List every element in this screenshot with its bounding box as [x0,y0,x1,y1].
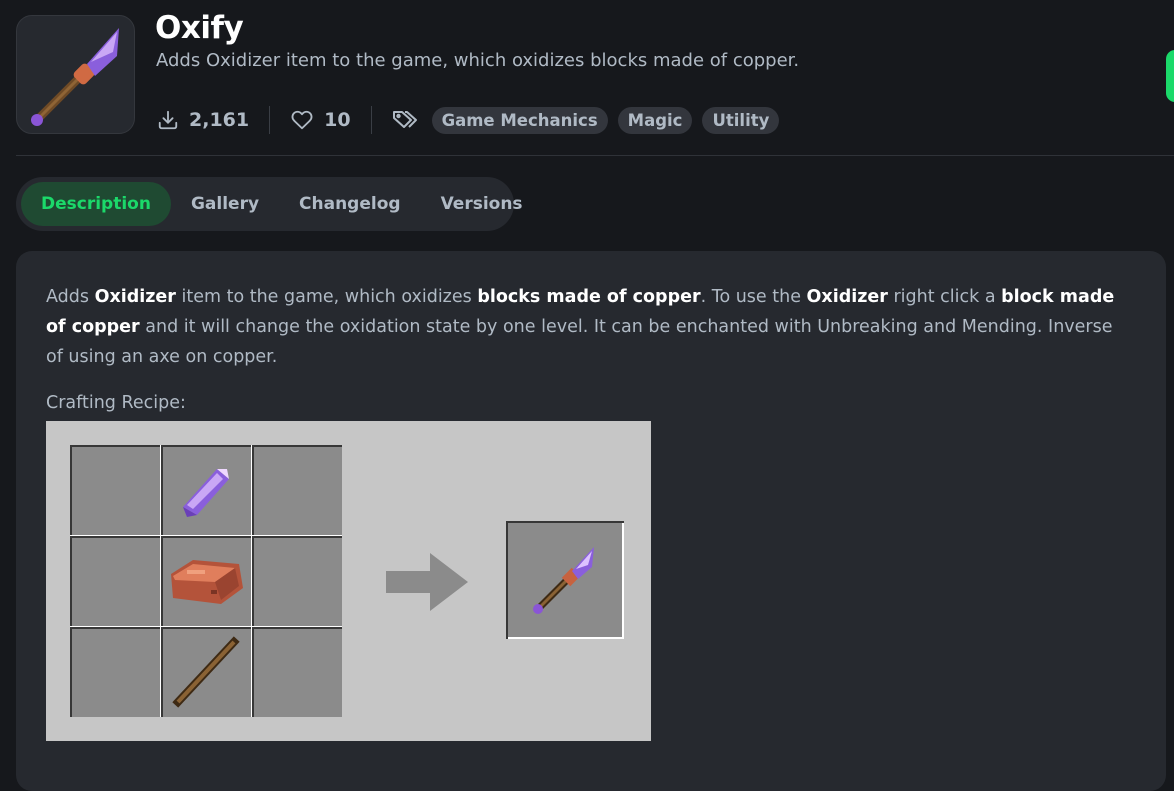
project-icon [16,15,135,134]
amethyst-shard-icon [183,469,229,517]
tag-magic[interactable]: Magic [617,106,693,134]
crafting-slot [252,627,342,717]
crafting-slot [70,536,160,626]
crafting-grid [70,445,342,717]
tag-game-mechanics[interactable]: Game Mechanics [431,106,608,134]
tab-changelog[interactable]: Changelog [279,182,421,226]
arrow-right-icon [386,553,468,611]
crafting-slot [161,445,251,535]
desc-text-4: right click a [887,287,1002,307]
description-text: Adds Oxidizer item to the game, which ox… [46,282,1126,372]
project-title: Oxify [155,10,244,46]
tags-icon [392,109,418,131]
download-icon [157,109,179,131]
desc-bold-copper-blocks: blocks made of copper [477,287,701,307]
stick-icon [172,636,240,708]
copper-ingot-icon [171,560,243,604]
crafting-slot [252,536,342,626]
tag-utility[interactable]: Utility [702,106,780,134]
tab-gallery[interactable]: Gallery [171,182,279,226]
desc-bold-oxidizer-2: Oxidizer [806,287,888,307]
follows-count: 10 [324,109,351,131]
tab-description[interactable]: Description [21,182,171,226]
desc-text-5: and it will change the oxidation state b… [46,317,1113,367]
project-summary: Adds Oxidizer item to the game, which ox… [156,50,800,71]
crafting-slot [70,627,160,717]
stats-separator [370,106,372,134]
oxidizer-icon [533,547,594,614]
desc-text-2: item to the game, which oxidizes [175,287,478,307]
downloads-stat: 2,161 [157,109,249,131]
primary-action-button[interactable] [1166,50,1174,102]
heart-icon[interactable] [290,109,314,131]
crafting-slot [161,536,251,626]
stats-separator [269,106,271,134]
desc-text-1: Adds [46,287,95,307]
crafting-slot [161,627,251,717]
header-divider [16,155,1174,156]
desc-text-3: . To use the [700,287,807,307]
crafting-result-slot [506,521,624,639]
follows-stat: 10 [290,109,351,131]
crafting-slot [252,445,342,535]
crafting-slot [70,445,160,535]
tag-list: Game Mechanics Magic Utility [392,106,780,134]
project-stats: 2,161 10 Game Mechanics Magic Utility [157,103,780,137]
recipe-label: Crafting Recipe: [46,393,186,413]
tab-versions[interactable]: Versions [421,182,543,226]
crafting-recipe-image [46,421,651,741]
downloads-count: 2,161 [189,109,250,131]
project-tabs: Description Gallery Changelog Versions [16,177,523,231]
desc-bold-oxidizer: Oxidizer [94,287,176,307]
